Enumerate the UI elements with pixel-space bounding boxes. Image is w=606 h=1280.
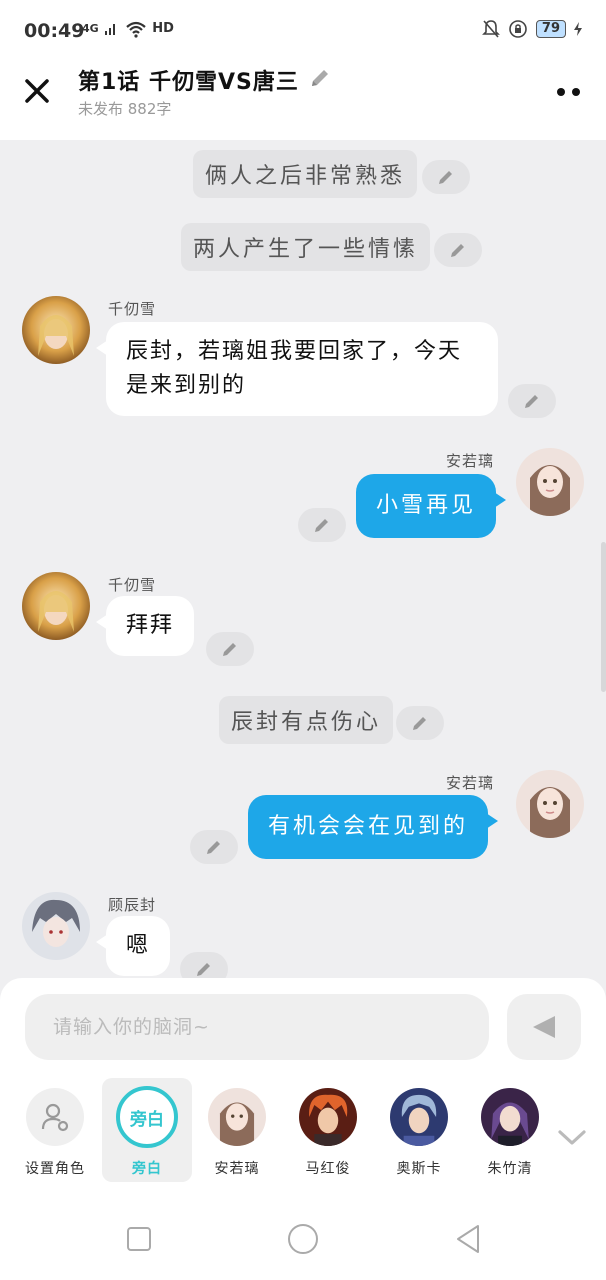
role-label: 朱竹清 [487,1161,533,1177]
role-avatar [299,1088,357,1146]
role-character[interactable]: 奥斯卡 [374,1078,464,1182]
network-indicator: 4G HD [82,20,174,38]
edit-message-button[interactable] [508,384,556,418]
chapter-title: 第1话 千仞雪VS唐三 [78,70,299,95]
alarm-lock-icon [509,20,527,38]
pen-icon [439,171,452,184]
character-portrait-icon [22,572,90,640]
battery-indicator: 79 [535,20,566,38]
edit-message-button[interactable] [180,952,228,980]
avatar[interactable] [22,892,90,960]
edit-message-button[interactable] [422,160,470,194]
narration-text[interactable]: 两人产生了一些情愫 [181,223,431,271]
narration-text[interactable]: 俩人之后非常熟悉 [193,150,418,198]
header: 第1话 千仞雪VS唐三 未发布 882字 [0,60,606,140]
hd-badge: HD [152,21,174,36]
avatar[interactable] [22,296,90,364]
role-character[interactable]: 马红俊 [283,1078,373,1182]
role-label: 设置角色 [25,1161,85,1177]
network-type: 4G [82,22,99,35]
role-avatar [208,1088,266,1146]
edit-message-button[interactable] [190,830,238,864]
message-bubble[interactable]: 小雪再见 [356,474,507,538]
role-character[interactable]: 安若璃 [192,1078,282,1182]
signal-icon [104,24,115,35]
chapter-status: 未发布 882字 [78,100,172,118]
system-nav-bar [0,1200,606,1280]
edit-message-button[interactable] [298,508,346,542]
close-icon[interactable] [22,76,52,106]
edit-message-button[interactable] [434,233,482,267]
pen-icon [223,643,236,656]
narrator-badge: 旁白 [116,1086,178,1148]
pen-icon [207,841,220,854]
role-label: 安若璃 [214,1161,260,1177]
edit-message-button[interactable] [206,632,254,666]
character-portrait-icon [516,770,584,838]
message-bubble[interactable]: 有机会会在见到的 [248,795,499,859]
home-icon[interactable] [286,1222,320,1256]
role-narrator[interactable]: 旁白 旁白 [102,1078,192,1182]
narrator-badge-text: 旁白 [130,1109,164,1130]
chat-area[interactable]: 俩人之后非常熟悉 两人产生了一些情愫 千仞雪 辰封，若璃姐我要回家了，今天是来到… [0,140,606,980]
role-character[interactable]: 朱竹清 [465,1078,555,1182]
status-icons: 79 [481,19,582,39]
edit-message-button[interactable] [396,706,444,740]
edit-title-icon[interactable] [308,66,332,90]
charging-icon [574,22,582,36]
story-input[interactable] [25,994,489,1060]
avatar[interactable] [22,572,90,640]
recent-apps-icon[interactable] [122,1222,156,1256]
character-portrait-icon [22,296,90,364]
avatar[interactable] [516,448,584,516]
narration-text[interactable]: 辰封有点伤心 [219,696,394,744]
pen-icon [413,717,426,730]
character-portrait-icon [208,1088,266,1146]
set-role-button[interactable]: 设置角色 [10,1078,100,1182]
sender-name: 顾辰封 [108,896,157,914]
pen-icon [315,519,328,532]
sender-name: 安若璃 [446,774,495,792]
send-button[interactable] [507,994,581,1060]
character-portrait-icon [390,1088,448,1146]
role-label: 马红俊 [305,1161,351,1177]
role-avatar [26,1088,84,1146]
sender-name: 安若璃 [446,452,495,470]
sender-name: 千仞雪 [108,300,157,318]
chevron-down-icon[interactable] [557,1126,587,1148]
role-label: 旁白 [132,1161,162,1177]
character-portrait-icon [22,892,90,960]
role-avatar [481,1088,539,1146]
character-portrait-icon [516,448,584,516]
wifi-icon [126,21,147,38]
pen-icon [197,963,210,976]
scrollbar[interactable] [601,542,606,692]
mute-bell-icon [481,20,500,38]
status-bar: 00:49 4G HD 79 [0,0,606,60]
message-bubble[interactable]: 嗯 [95,916,171,976]
pen-icon [451,244,464,257]
avatar[interactable] [516,770,584,838]
sender-name: 千仞雪 [108,576,157,594]
character-portrait-icon [481,1088,539,1146]
more-icon[interactable] [554,82,584,102]
back-icon[interactable] [452,1222,486,1256]
role-avatar [390,1088,448,1146]
user-settings-icon [41,1103,69,1132]
status-time: 00:49 [24,20,85,42]
role-selector: 设置角色 旁白 旁白 安若璃 马红俊 奥斯卡 朱竹清 [0,1078,606,1182]
role-label: 奥斯卡 [396,1161,442,1177]
message-bubble[interactable]: 拜拜 [95,596,195,656]
pen-icon [525,395,538,408]
character-portrait-icon [299,1088,357,1146]
message-bubble[interactable]: 辰封，若璃姐我要回家了，今天是来到别的 [96,322,498,416]
send-icon [533,1016,555,1038]
